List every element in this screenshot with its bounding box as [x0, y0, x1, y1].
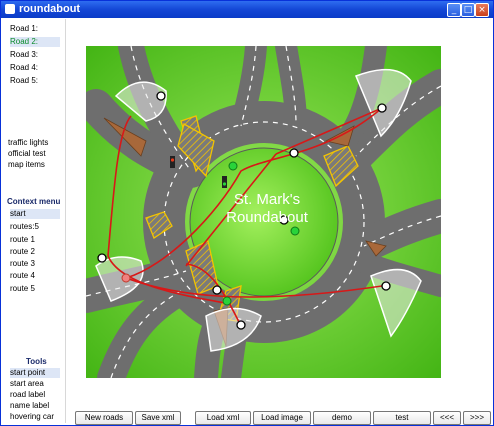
roundabout-map[interactable]: St. Mark's Roundabout [69, 33, 458, 392]
context-route-2[interactable]: route 2 [10, 247, 35, 257]
map-items-option[interactable]: map items [8, 160, 45, 170]
sidebar: Road 1: Road 2: Road 3: Road 4: Road 5: … [2, 19, 66, 423]
route-start-marker [121, 273, 131, 283]
map-canvas[interactable]: St. Mark's Roundabout [69, 33, 458, 392]
next-button[interactable]: >>> [463, 411, 491, 425]
close-button[interactable]: × [475, 3, 489, 17]
load-xml-button[interactable]: Load xml [195, 411, 251, 425]
context-routes[interactable]: routes:5 [10, 222, 39, 232]
previous-button[interactable]: <<< [433, 411, 461, 425]
official-test-option[interactable]: official test [8, 149, 46, 159]
context-menu-heading: Context menu [7, 197, 61, 206]
traffic-lights-option[interactable]: traffic lights [8, 138, 48, 148]
context-route-1[interactable]: route 1 [10, 235, 35, 245]
road-2-label[interactable]: Road 2: [10, 37, 60, 47]
tool-road-label[interactable]: road label [10, 390, 45, 400]
context-route-3[interactable]: route 3 [10, 259, 35, 269]
new-roads-button[interactable]: New roads [75, 411, 133, 425]
tools-heading: Tools [26, 357, 47, 366]
road-1-label[interactable]: Road 1: [10, 24, 38, 34]
context-start[interactable]: start [10, 209, 60, 219]
tool-name-label[interactable]: name label [10, 401, 49, 411]
road-3-label[interactable]: Road 3: [10, 50, 38, 60]
roundabout-label-line1: St. Mark's [234, 191, 300, 208]
test-button[interactable]: test [373, 411, 431, 425]
roundabout-label-line2: Roundabout [226, 209, 309, 226]
tool-start-point[interactable]: start point [10, 368, 60, 378]
window-title: roundabout [19, 3, 81, 15]
load-image-button[interactable]: Load image [253, 411, 311, 425]
save-xml-button[interactable]: Save xml [135, 411, 181, 425]
demo-button[interactable]: demo [313, 411, 371, 425]
context-route-4[interactable]: route 4 [10, 271, 35, 281]
app-icon [5, 4, 15, 14]
title-bar[interactable]: roundabout _ □ × [1, 1, 493, 18]
tool-start-area[interactable]: start area [10, 379, 44, 389]
maximize-button[interactable]: □ [461, 3, 475, 17]
tool-hovering-car[interactable]: hovering car [10, 412, 54, 422]
road-5-label[interactable]: Road 5: [10, 76, 38, 86]
app-window: roundabout _ □ × Road 1: Road 2: Road 3:… [0, 0, 494, 426]
minimize-button[interactable]: _ [447, 3, 461, 17]
road-4-label[interactable]: Road 4: [10, 63, 38, 73]
context-route-5[interactable]: route 5 [10, 284, 35, 294]
